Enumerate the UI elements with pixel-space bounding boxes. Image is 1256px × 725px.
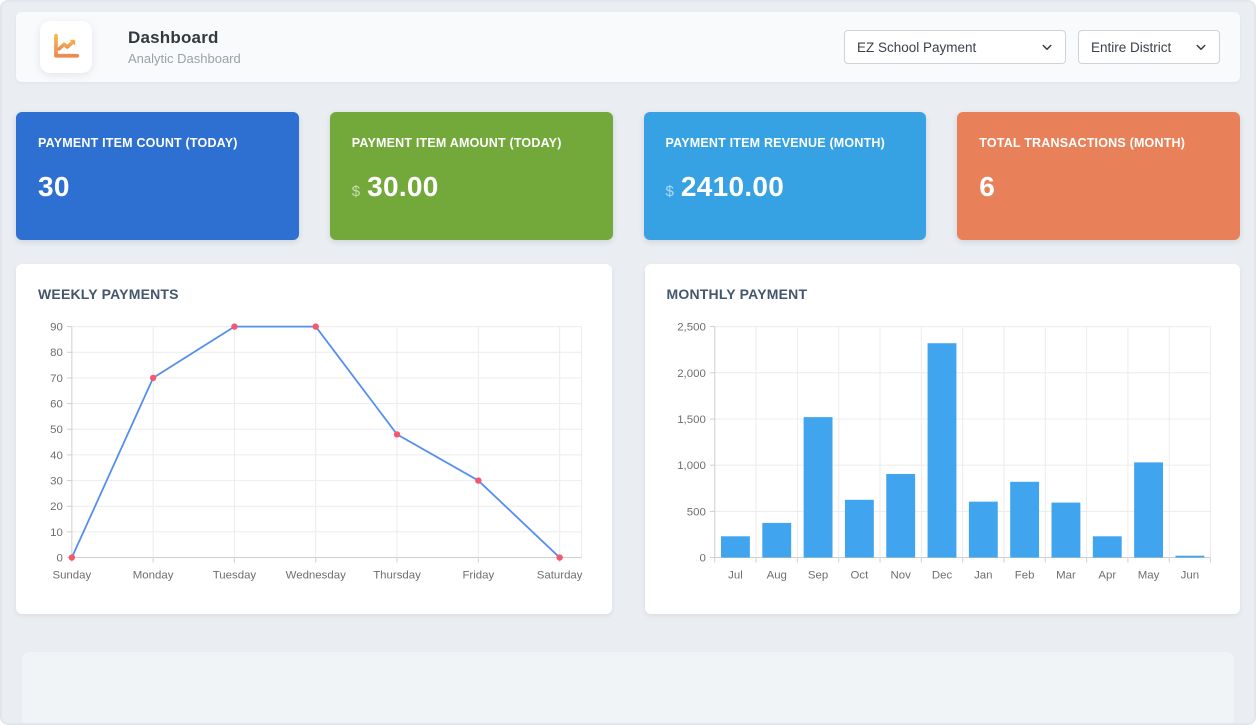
svg-text:10: 10 (50, 527, 63, 539)
chevron-down-icon (1041, 41, 1053, 53)
district-select-value: Entire District (1091, 40, 1185, 55)
stat-label: PAYMENT ITEM REVENUE (MONTH) (666, 136, 905, 150)
svg-text:Mar: Mar (1056, 569, 1076, 581)
svg-text:Sunday: Sunday (52, 569, 91, 581)
svg-text:Tuesday: Tuesday (213, 569, 257, 581)
stat-value: 30.00 (367, 171, 439, 203)
chevron-down-icon (1195, 41, 1207, 53)
svg-text:Dec: Dec (931, 569, 952, 581)
stat-value: 2410.00 (681, 171, 784, 203)
chart-title: WEEKLY PAYMENTS (38, 286, 590, 302)
svg-text:0: 0 (699, 553, 705, 565)
svg-text:30: 30 (50, 476, 63, 488)
svg-text:70: 70 (50, 373, 63, 385)
trend-chart-icon (51, 32, 81, 62)
svg-text:90: 90 (50, 322, 63, 334)
svg-text:Oct: Oct (850, 569, 869, 581)
svg-text:Saturday: Saturday (537, 569, 583, 581)
monthly-payment-chart[interactable]: 0 500 1,000 1,500 2,000 2,500 Jul Aug Sep Oct Nov D… (667, 312, 1219, 604)
svg-text:Feb: Feb (1014, 569, 1034, 581)
currency-prefix: $ (666, 183, 674, 200)
stat-label: PAYMENT ITEM AMOUNT (TODAY) (352, 136, 591, 150)
stat-value: 30 (38, 171, 70, 203)
svg-text:Wednesday: Wednesday (286, 569, 346, 581)
svg-text:Apr: Apr (1098, 569, 1116, 581)
svg-text:2,500: 2,500 (677, 322, 706, 334)
svg-text:80: 80 (50, 347, 63, 359)
stat-card-payment-item-amount: PAYMENT ITEM AMOUNT (TODAY) $ 30.00 (330, 112, 613, 240)
svg-text:1,000: 1,000 (677, 460, 706, 472)
svg-text:Jun: Jun (1180, 569, 1198, 581)
svg-text:Monday: Monday (133, 569, 174, 581)
stat-value: 6 (979, 171, 995, 203)
svg-text:60: 60 (50, 399, 63, 411)
svg-text:1,500: 1,500 (677, 414, 706, 426)
weekly-payments-card: WEEKLY PAYMENTS 0 10 20 30 40 50 60 70 80 90 Sunda… (16, 264, 612, 614)
stat-card-payment-item-count: PAYMENT ITEM COUNT (TODAY) 30 (16, 112, 299, 240)
stats-row: PAYMENT ITEM COUNT (TODAY) 30 PAYMENT IT… (16, 112, 1240, 240)
payment-type-select-value: EZ School Payment (857, 40, 1031, 55)
svg-text:50: 50 (50, 424, 63, 436)
chart-title: MONTHLY PAYMENT (667, 286, 1219, 302)
page-title: Dashboard (128, 28, 241, 48)
bottom-panel (22, 652, 1234, 725)
svg-text:Sep: Sep (807, 569, 827, 581)
svg-text:Aug: Aug (766, 569, 786, 581)
monthly-payment-card: MONTHLY PAYMENT 0 500 1,000 1,500 2,000 2,500… (645, 264, 1241, 614)
stat-label: PAYMENT ITEM COUNT (TODAY) (38, 136, 277, 150)
svg-text:500: 500 (686, 506, 705, 518)
svg-text:40: 40 (50, 450, 63, 462)
dashboard-page: Dashboard Analytic Dashboard EZ School P… (0, 0, 1256, 725)
dashboard-icon-box (40, 21, 92, 73)
district-select[interactable]: Entire District (1078, 30, 1220, 64)
weekly-payments-chart[interactable]: 0 10 20 30 40 50 60 70 80 90 Sunday Monday Tuesday We… (38, 312, 590, 604)
charts-row: WEEKLY PAYMENTS 0 10 20 30 40 50 60 70 80 90 Sunda… (16, 264, 1240, 614)
svg-text:0: 0 (57, 553, 63, 565)
stat-label: TOTAL TRANSACTIONS (MONTH) (979, 136, 1218, 150)
payment-type-select[interactable]: EZ School Payment (844, 30, 1066, 64)
page-header: Dashboard Analytic Dashboard EZ School P… (16, 12, 1240, 82)
currency-prefix: $ (352, 183, 360, 200)
svg-text:20: 20 (50, 501, 63, 513)
svg-text:2,000: 2,000 (677, 368, 706, 380)
page-subtitle: Analytic Dashboard (128, 51, 241, 66)
svg-text:Thursday: Thursday (373, 569, 421, 581)
svg-text:Nov: Nov (890, 569, 911, 581)
stat-card-payment-item-revenue: PAYMENT ITEM REVENUE (MONTH) $ 2410.00 (644, 112, 927, 240)
svg-text:Jul: Jul (728, 569, 743, 581)
stat-card-total-transactions: TOTAL TRANSACTIONS (MONTH) 6 (957, 112, 1240, 240)
svg-text:Jan: Jan (974, 569, 992, 581)
svg-text:May: May (1137, 569, 1159, 581)
svg-text:Friday: Friday (462, 569, 494, 581)
